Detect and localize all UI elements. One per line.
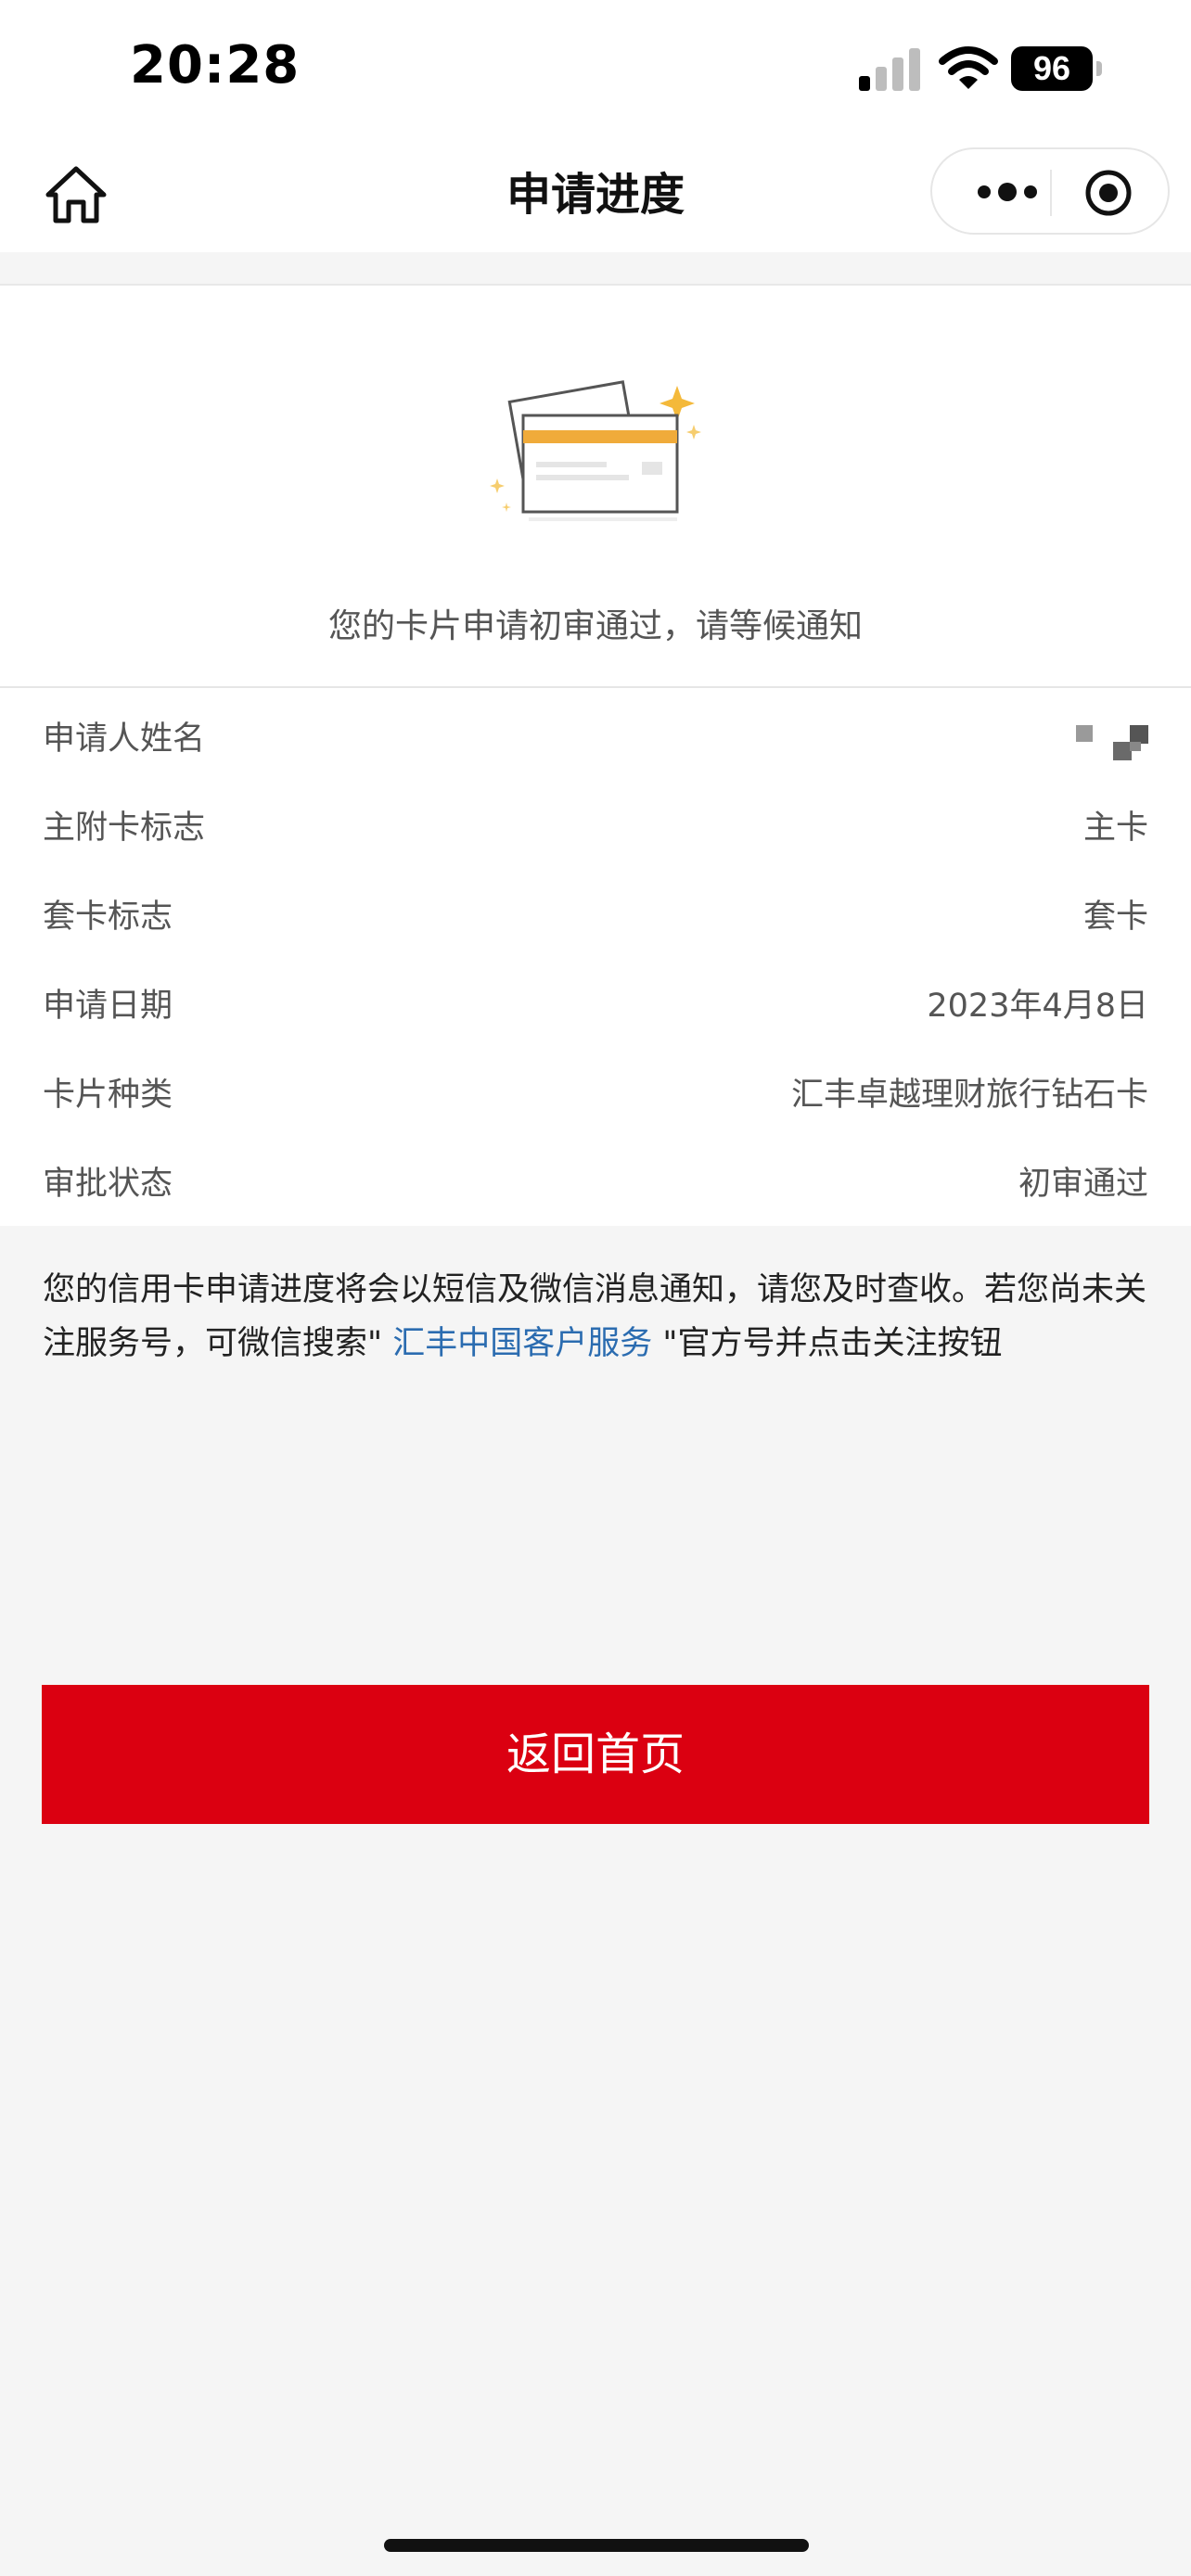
info-row-card-type-flag: 主附卡标志 主卡 xyxy=(0,777,1191,866)
info-label: 主附卡标志 xyxy=(43,810,206,847)
home-indicator[interactable] xyxy=(384,2539,809,2552)
status-time: 20:28 xyxy=(130,35,301,96)
more-icon[interactable] xyxy=(966,170,1049,214)
info-row-apply-date: 申请日期 2023年4月8日 xyxy=(0,955,1191,1044)
info-label: 卡片种类 xyxy=(43,1077,173,1114)
info-value: 套卡 xyxy=(1082,899,1148,936)
info-label: 申请日期 xyxy=(43,988,173,1025)
battery-icon: 96 xyxy=(1011,46,1102,91)
info-value: 2023年4月8日 xyxy=(927,988,1148,1025)
status-bar: 20:28 96 xyxy=(0,0,1191,139)
return-home-button[interactable]: 返回首页 xyxy=(42,1685,1149,1824)
info-value: 初审通过 xyxy=(1018,1166,1148,1203)
notice-text-end: "官方号并点击关注按钮 xyxy=(662,1325,1003,1362)
battery-level: 96 xyxy=(1011,46,1093,91)
nav-bar: 申请进度 xyxy=(0,139,1191,252)
info-label: 审批状态 xyxy=(43,1166,173,1203)
cellular-signal-icon xyxy=(859,48,920,91)
info-row-bundle-flag: 套卡标志 套卡 xyxy=(0,866,1191,955)
info-value: 主卡 xyxy=(1082,810,1148,847)
info-row-card-kind: 卡片种类 汇丰卓越理财旅行钻石卡 xyxy=(0,1044,1191,1133)
status-message: 您的卡片申请初审通过，请等候通知 xyxy=(327,607,863,645)
notification-notice: 您的信用卡申请进度将会以短信及微信消息通知，请您及时查收。若您尚未关注服务号，可… xyxy=(43,1263,1156,1371)
info-value: 汇丰卓越理财旅行钻石卡 xyxy=(790,1077,1148,1114)
credit-card-illustration xyxy=(490,380,701,521)
application-info-list: 申请人姓名 主附卡标志 主卡 套卡标志 套卡 申请日期 2023年4月8日 卡片… xyxy=(0,686,1191,1226)
info-label: 申请人姓名 xyxy=(43,721,206,758)
mini-program-capsule xyxy=(930,147,1170,235)
close-mini-program-icon[interactable] xyxy=(1083,168,1133,218)
status-hero: 您的卡片申请初审通过，请等候通知 xyxy=(0,284,1191,688)
service-account-link[interactable]: 汇丰中国客户服务 xyxy=(382,1325,662,1362)
info-label: 套卡标志 xyxy=(43,899,173,936)
capsule-divider xyxy=(1050,170,1052,216)
info-row-approval-status: 审批状态 初审通过 xyxy=(0,1133,1191,1222)
info-row-applicant-name: 申请人姓名 xyxy=(0,688,1191,777)
masked-name-icon xyxy=(1076,725,1148,760)
wifi-icon xyxy=(939,46,998,89)
